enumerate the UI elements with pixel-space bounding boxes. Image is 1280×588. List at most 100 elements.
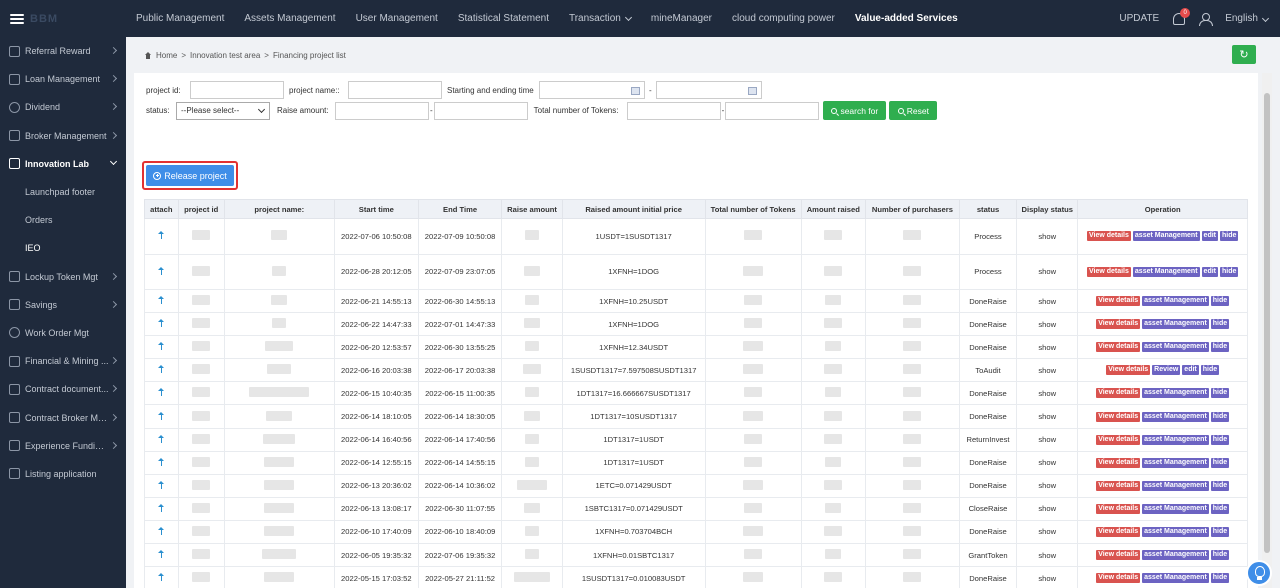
nav-cloud-computing-power[interactable]: cloud computing power xyxy=(722,0,845,37)
hide-button[interactable]: hide xyxy=(1210,434,1230,445)
view-button[interactable]: View details xyxy=(1096,388,1141,399)
upload-arrow-icon[interactable] xyxy=(158,573,165,582)
view-button[interactable]: View details xyxy=(1106,365,1151,376)
hide-button[interactable]: hide xyxy=(1210,411,1230,422)
nav-value-added-services[interactable]: Value-added Services xyxy=(845,0,968,37)
asset-button[interactable]: asset Management xyxy=(1142,411,1209,422)
asset-button[interactable]: asset Management xyxy=(1142,319,1209,330)
edit-button[interactable]: edit xyxy=(1201,231,1218,242)
hide-button[interactable]: hide xyxy=(1200,365,1220,376)
sidebar-item-lockup-token-mgt[interactable]: Lockup Token Mgt xyxy=(0,263,126,291)
asset-button[interactable]: asset Management xyxy=(1132,231,1200,242)
hide-button[interactable]: hide xyxy=(1210,550,1230,561)
upload-arrow-icon[interactable] xyxy=(158,411,165,420)
breadcrumb-home[interactable]: Home xyxy=(156,51,177,60)
hide-button[interactable]: hide xyxy=(1210,503,1230,514)
nav-assets-management[interactable]: Assets Management xyxy=(234,0,345,37)
review-button[interactable]: Review xyxy=(1152,365,1181,376)
hide-button[interactable]: hide xyxy=(1210,342,1230,353)
view-button[interactable]: View details xyxy=(1096,411,1141,422)
sidebar-subitem-launchpad-footer[interactable]: Launchpad footer xyxy=(0,178,126,206)
hide-button[interactable]: hide xyxy=(1210,573,1230,584)
asset-button[interactable]: asset Management xyxy=(1142,342,1209,353)
sidebar-item-financial-mining[interactable]: Financial & Mining ... xyxy=(0,347,126,375)
hide-button[interactable]: hide xyxy=(1220,231,1239,242)
raise-amount-min-input[interactable] xyxy=(335,101,429,120)
asset-button[interactable]: asset Management xyxy=(1142,296,1209,307)
asset-button[interactable]: asset Management xyxy=(1142,388,1209,399)
view-button[interactable]: View details xyxy=(1096,480,1141,491)
edit-button[interactable]: edit xyxy=(1182,365,1199,376)
view-button[interactable]: View details xyxy=(1096,573,1141,584)
view-button[interactable]: View details xyxy=(1096,434,1141,445)
view-button[interactable]: View details xyxy=(1096,550,1141,561)
asset-button[interactable]: asset Management xyxy=(1132,266,1200,277)
hide-button[interactable]: hide xyxy=(1210,319,1230,330)
view-button[interactable]: View details xyxy=(1096,296,1141,307)
asset-button[interactable]: asset Management xyxy=(1142,526,1209,537)
sidebar-item-loan-management[interactable]: Loan Management xyxy=(0,65,126,93)
sidebar-item-savings[interactable]: Savings xyxy=(0,291,126,319)
sidebar-item-contract-document[interactable]: Contract document... xyxy=(0,375,126,403)
total-tokens-min-input[interactable] xyxy=(626,101,721,120)
hide-button[interactable]: hide xyxy=(1210,526,1230,537)
nav-user-management[interactable]: User Management xyxy=(346,0,448,37)
upload-arrow-icon[interactable] xyxy=(158,319,165,328)
bell-icon[interactable]: 0 xyxy=(1173,7,1191,25)
language-select[interactable]: English xyxy=(1225,13,1270,24)
view-button[interactable]: View details xyxy=(1096,342,1141,353)
sidebar-subitem-orders[interactable]: Orders xyxy=(0,206,126,234)
project-name-input[interactable] xyxy=(348,81,442,99)
view-button[interactable]: View details xyxy=(1086,266,1131,277)
upload-arrow-icon[interactable] xyxy=(158,296,165,305)
upload-arrow-icon[interactable] xyxy=(158,266,165,275)
edit-button[interactable]: edit xyxy=(1201,266,1218,277)
sidebar-item-listing-application[interactable]: Listing application xyxy=(0,460,126,488)
nav-statistical-statement[interactable]: Statistical Statement xyxy=(448,0,559,37)
asset-button[interactable]: asset Management xyxy=(1142,434,1209,445)
asset-button[interactable]: asset Management xyxy=(1142,550,1209,561)
sidebar-subitem-ieo[interactable]: IEO xyxy=(0,234,126,262)
upload-arrow-icon[interactable] xyxy=(158,503,165,512)
refresh-button[interactable]: ↻ xyxy=(1232,45,1256,64)
upload-arrow-icon[interactable] xyxy=(158,457,165,466)
total-tokens-max-input[interactable] xyxy=(725,101,820,120)
raise-amount-max-input[interactable] xyxy=(433,101,528,120)
project-id-input[interactable] xyxy=(190,81,284,99)
view-button[interactable]: View details xyxy=(1086,231,1131,242)
sidebar-item-dividend[interactable]: Dividend xyxy=(0,93,126,121)
user-icon[interactable] xyxy=(1199,12,1214,26)
sidebar-item-experience-funding[interactable]: Experience Funding... xyxy=(0,432,126,460)
sidebar-item-contract-broker[interactable]: Contract Broker Mg... xyxy=(0,403,126,431)
hide-button[interactable]: hide xyxy=(1210,296,1230,307)
upload-arrow-icon[interactable] xyxy=(158,365,165,374)
asset-button[interactable]: asset Management xyxy=(1142,503,1209,514)
asset-button[interactable]: asset Management xyxy=(1142,457,1209,468)
upload-arrow-icon[interactable] xyxy=(158,231,165,240)
view-button[interactable]: View details xyxy=(1096,457,1141,468)
breadcrumb-innovation-test-area[interactable]: Innovation test area xyxy=(190,51,260,60)
start-time-input[interactable] xyxy=(539,81,645,99)
upload-arrow-icon[interactable] xyxy=(158,526,165,535)
upload-arrow-icon[interactable] xyxy=(158,342,165,351)
hide-button[interactable]: hide xyxy=(1210,388,1230,399)
view-button[interactable]: View details xyxy=(1096,503,1141,514)
release-project-button[interactable]: Release project xyxy=(146,165,234,186)
sidebar-item-work-order-mgt[interactable]: Work Order Mgt xyxy=(0,319,126,347)
upload-arrow-icon[interactable] xyxy=(158,550,165,559)
update-link[interactable]: UPDATE xyxy=(1119,13,1159,24)
search-button[interactable]: search for xyxy=(823,101,887,120)
nav-transaction[interactable]: Transaction xyxy=(559,0,641,37)
view-button[interactable]: View details xyxy=(1096,526,1141,537)
view-button[interactable]: View details xyxy=(1096,319,1141,330)
upload-arrow-icon[interactable] xyxy=(158,388,165,397)
nav-public-management[interactable]: Public Management xyxy=(126,0,234,37)
scrollbar-thumb[interactable] xyxy=(1264,93,1270,553)
asset-button[interactable]: asset Management xyxy=(1142,573,1209,584)
sidebar-item-broker-management[interactable]: Broker Management xyxy=(0,122,126,150)
hide-button[interactable]: hide xyxy=(1210,457,1230,468)
vertical-scrollbar[interactable] xyxy=(1262,73,1272,588)
asset-button[interactable]: asset Management xyxy=(1142,480,1209,491)
hide-button[interactable]: hide xyxy=(1210,480,1230,491)
upload-arrow-icon[interactable] xyxy=(158,434,165,443)
